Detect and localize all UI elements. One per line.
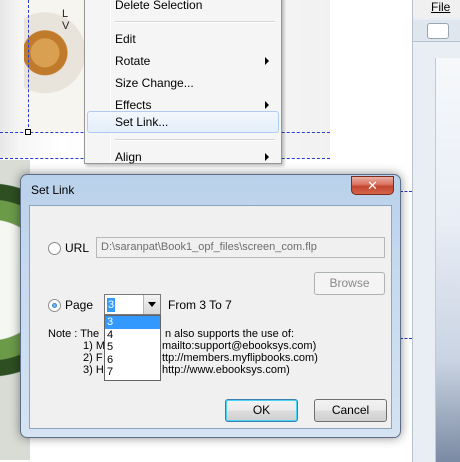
menu-item-size-change[interactable]: Size Change... [87, 72, 279, 94]
browse-button[interactable]: Browse [314, 272, 385, 295]
selection-handle[interactable] [25, 129, 31, 135]
page-range-text: From 3 To 7 [168, 298, 232, 312]
photo-caption: L V [62, 8, 69, 32]
note-text: Note : The [48, 328, 99, 340]
submenu-arrow-icon [265, 57, 269, 65]
note-item: 3) H [83, 364, 104, 376]
eye-icon[interactable] [427, 23, 449, 39]
preview-toolbar [413, 20, 460, 42]
note-text: n also supports the use of: [165, 328, 294, 340]
menu-file[interactable]: File [431, 0, 450, 14]
page-option[interactable]: 4 [105, 329, 160, 342]
guide-line-horizontal [400, 191, 412, 192]
dialog-body: URL D:\saranpat\Book1_opf_files\screen_c… [29, 205, 392, 429]
menu-item-set-link[interactable]: Set Link... [87, 111, 279, 133]
photo-caption-line: L [62, 8, 69, 20]
set-link-dialog: Set Link ✕ URL D:\saranpat\Book1_opf_fil… [20, 174, 401, 438]
submenu-arrow-icon [265, 153, 269, 161]
preview-menubar: File [413, 0, 460, 18]
close-button[interactable]: ✕ [351, 176, 394, 195]
page-option[interactable]: 6 [105, 354, 160, 367]
guide-line-horizontal [400, 338, 412, 339]
menu-item-label: Effects [115, 98, 152, 112]
chevron-down-icon[interactable] [143, 295, 160, 314]
menu-separator [115, 21, 275, 23]
note-item: mailto:support@ebooksys.com) [162, 340, 317, 352]
dialog-title: Set Link [31, 183, 75, 197]
url-label: URL [65, 241, 90, 255]
page-label: Page [65, 298, 94, 312]
menu-item-edit[interactable]: Edit [87, 28, 279, 50]
menu-item-label: Delete Selection [115, 0, 203, 12]
submenu-arrow-icon [265, 101, 269, 109]
ok-button[interactable]: OK [225, 399, 298, 422]
note-item: ttp://members.myflipbooks.com) [162, 352, 318, 364]
food-photo-top[interactable] [24, 0, 84, 132]
note-item: 1) M [83, 340, 105, 352]
note-item: 2) F [83, 352, 103, 364]
note-suffix: n also supports the use of: [165, 328, 295, 340]
menu-separator [115, 139, 275, 141]
note-item: http://www.ebooksys.com) [162, 364, 290, 376]
url-radio[interactable] [48, 242, 61, 255]
menu-item-rotate[interactable]: Rotate [87, 50, 279, 72]
menu-item-delete-selection[interactable]: Delete Selection [87, 0, 279, 16]
menu-item-label: Rotate [115, 54, 151, 68]
photo-caption-line: V [62, 20, 70, 32]
url-input[interactable]: D:\saranpat\Book1_opf_files\screen_com.f… [96, 237, 385, 258]
cancel-button[interactable]: Cancel [314, 399, 387, 422]
page-option[interactable]: 5 [105, 341, 160, 354]
menu-item-label: Size Change... [115, 76, 194, 90]
menu-item-align[interactable]: Align [87, 146, 279, 168]
close-icon: ✕ [367, 178, 378, 193]
page-option[interactable]: 3 [105, 316, 160, 329]
note-prefix: Note : The [48, 328, 100, 340]
page-select-value: 3 [107, 298, 116, 312]
menu-item-label: Edit [115, 32, 136, 46]
guide-line-vertical [28, 0, 29, 132]
preview-document [435, 58, 460, 462]
page-select[interactable]: 3 [104, 294, 161, 315]
menu-item-label: Set Link... [115, 115, 169, 129]
menu-item-label: Align [115, 150, 142, 164]
page-option[interactable]: 7 [105, 366, 160, 379]
context-menu: Delete Selection Edit Rotate Size Change… [84, 0, 282, 164]
page-radio[interactable] [48, 299, 61, 312]
preview-window: File [412, 0, 460, 462]
page-dropdown-list: 3 4 5 6 7 [104, 315, 161, 381]
